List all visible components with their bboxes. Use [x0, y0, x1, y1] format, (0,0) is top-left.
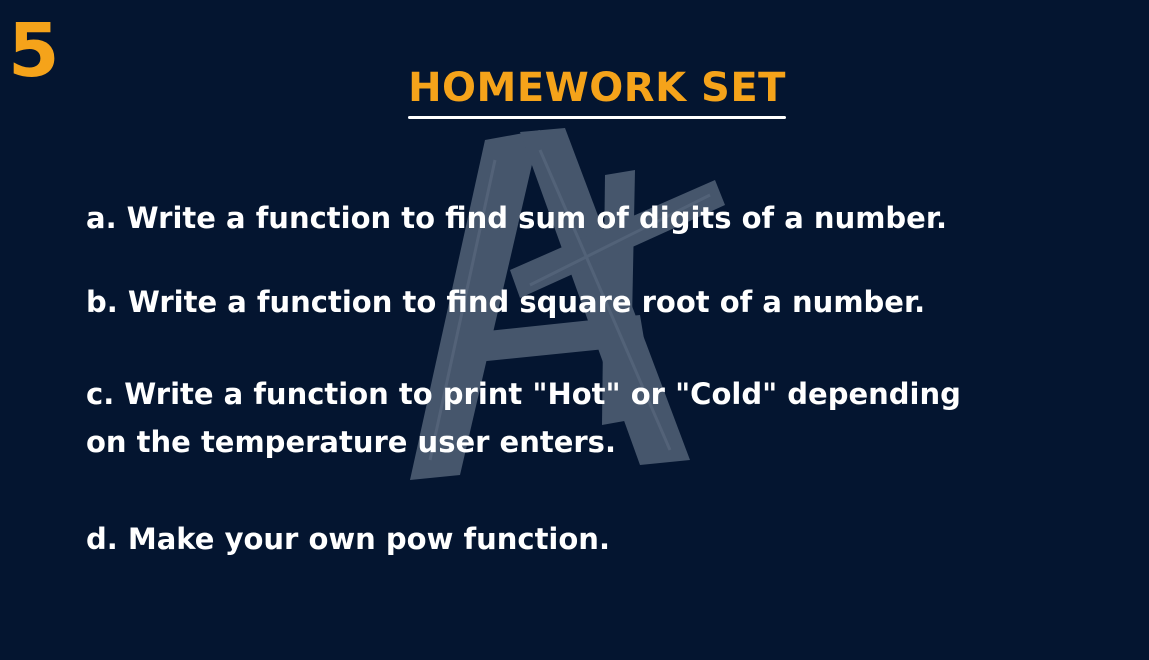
task-item-c-line2: on the temperature user enters. — [86, 425, 616, 459]
title-underline — [408, 116, 786, 119]
task-item-d: d. Make your own pow function. — [86, 522, 610, 556]
task-item-c-line1: c. Write a function to print "Hot" or "C… — [86, 377, 961, 411]
task-item-a: a. Write a function to find sum of digit… — [86, 201, 948, 235]
page-title: HOMEWORK SET — [408, 65, 786, 111]
slide: 5 HOMEWORK SET a. Write a function to fi… — [0, 0, 1149, 660]
task-item-b: b. Write a function to find square root … — [86, 285, 926, 319]
slide-number: 5 — [8, 8, 60, 94]
title-block: HOMEWORK SET — [408, 62, 786, 119]
task-item-c: c. Write a function to print "Hot" or "C… — [86, 370, 961, 466]
